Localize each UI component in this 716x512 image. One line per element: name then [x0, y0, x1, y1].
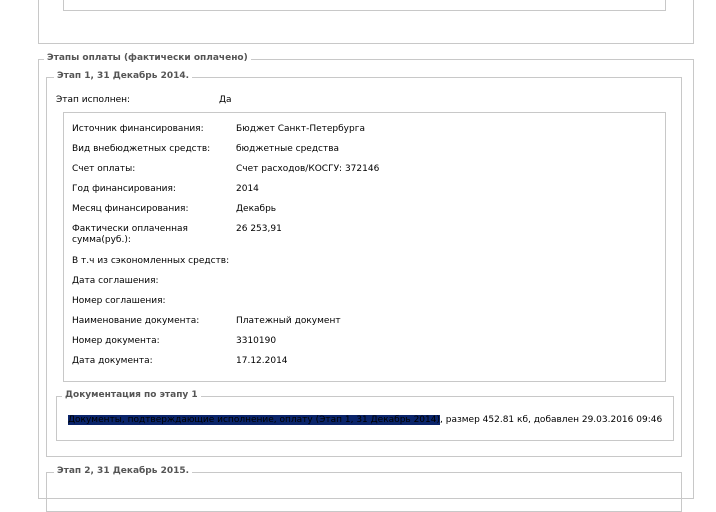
field-value-funding-month: Декабрь [236, 204, 277, 214]
field-value-funding-source: Бюджет Санкт-Петербурга [236, 124, 365, 134]
field-label-document-date: Дата документа: [72, 356, 153, 366]
document-info: , размер 452.81 кб, добавлен 29.03.2016 … [440, 415, 663, 425]
field-label-savings: В т.ч из сэкономленных средств: [72, 256, 230, 266]
field-label-agreement-date: Дата соглашения: [72, 276, 159, 286]
field-label-paid-amount: Фактически оплаченная сумма(руб.): [72, 224, 188, 245]
field-label-offbudget-type: Вид внебюджетных средств: [72, 144, 211, 154]
stage2-legend: Этап 2, 31 Декабрь 2015. [54, 466, 193, 476]
stage1-legend: Этап 1, 31 Декабрь 2014. [54, 71, 193, 81]
field-label-funding-year: Год финансирования: [72, 184, 176, 194]
field-value-paid-amount: 26 253,91 [236, 224, 282, 234]
field-value-payment-account: Счет расходов/КОСГУ: 372146 [236, 164, 380, 174]
documentation-row: Документы, подтверждающие исполнение, оп… [68, 414, 662, 426]
field-label-document-name: Наименование документа: [72, 316, 200, 326]
field-label-document-number: Номер документа: [72, 336, 160, 346]
payment-stages-legend: Этапы оплаты (фактически оплачено) [44, 53, 251, 63]
field-label-payment-account: Счет оплаты: [72, 164, 136, 174]
stage-completed-value: Да [219, 95, 232, 105]
field-label-agreement-number: Номер соглашения: [72, 296, 166, 306]
field-value-funding-year: 2014 [236, 184, 259, 194]
documentation-legend: Документация по этапу 1 [62, 390, 201, 400]
field-value-document-date: 17.12.2014 [236, 356, 288, 366]
field-label-funding-source: Источник финансирования: [72, 124, 204, 134]
field-value-offbudget-type: бюджетные средства [236, 144, 340, 154]
stage2-fieldset [46, 472, 682, 512]
previous-section-inner [63, 0, 666, 11]
field-value-document-number: 3310190 [236, 336, 277, 346]
document-link[interactable]: Документы, подтверждающие исполнение, оп… [68, 415, 441, 425]
stage-completed-label: Этап исполнен: [56, 95, 131, 105]
field-label-funding-month: Месяц финансирования: [72, 204, 189, 214]
field-value-document-name: Платежный документ [236, 316, 341, 326]
